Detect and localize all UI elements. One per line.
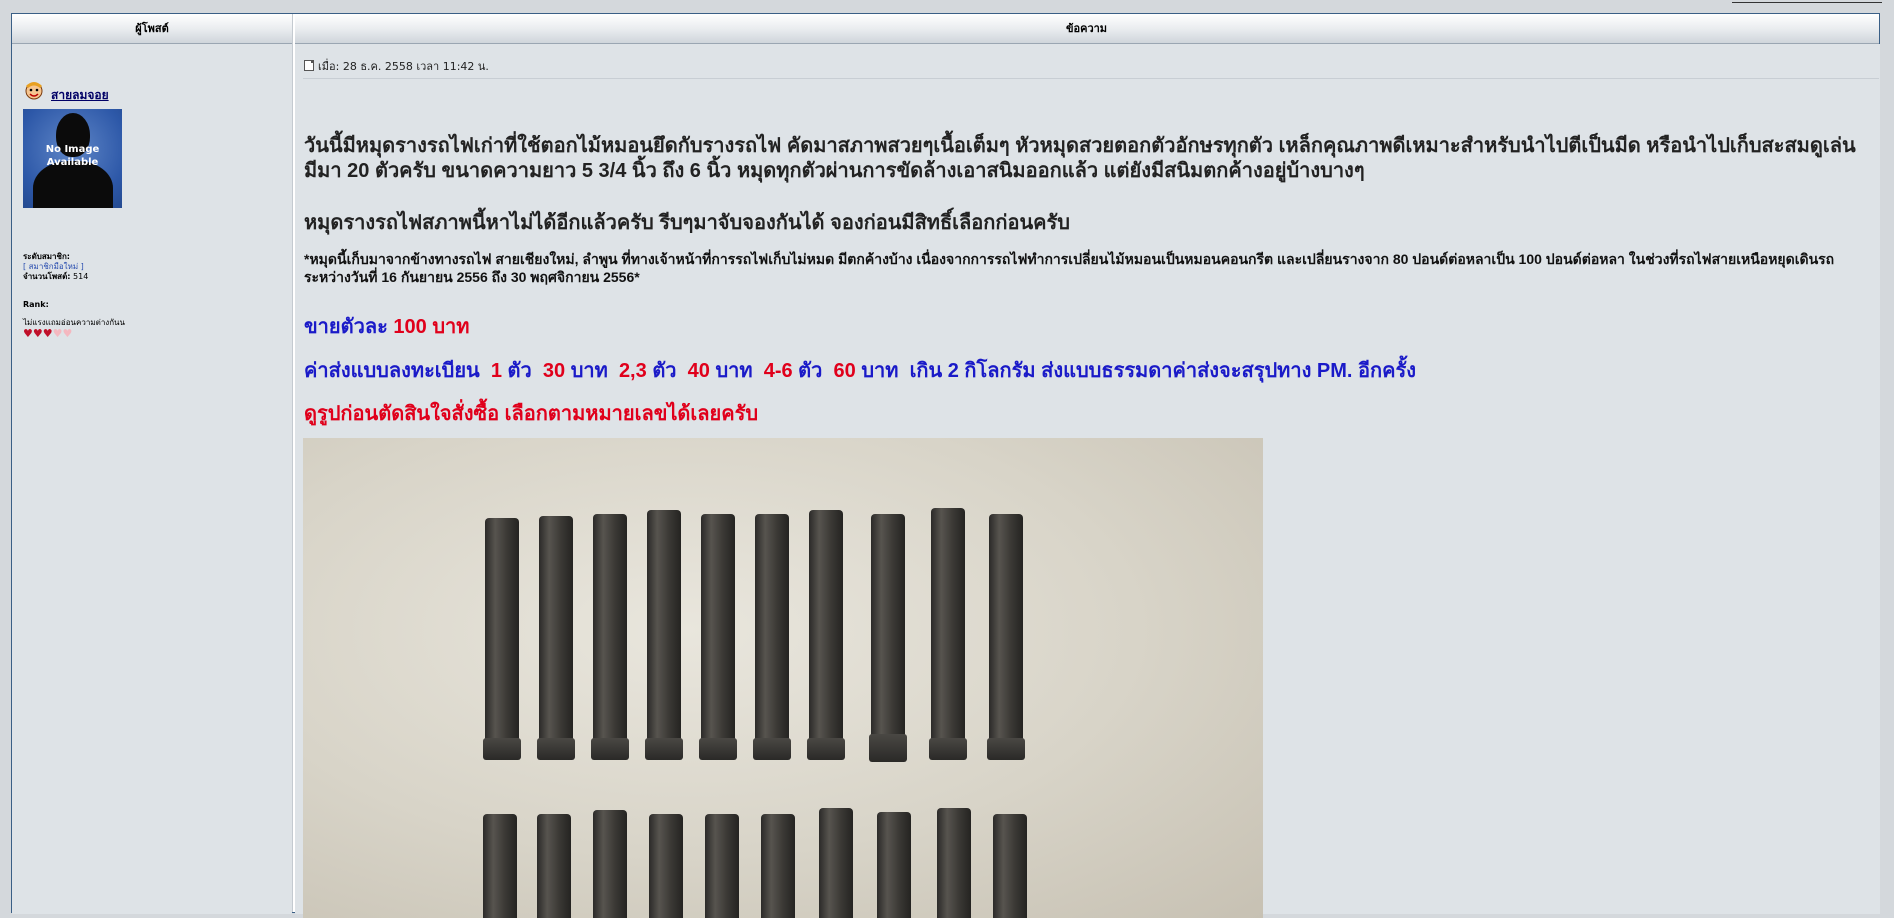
spike-image-part [819,808,853,918]
page-scrollbar[interactable] [1880,13,1894,905]
spike-image-part [483,738,521,760]
posts-value: 514 [73,272,89,281]
shipping-baht-2: บาท [715,360,753,382]
shipping-qty-2: 2,3 [618,360,647,382]
no-image-text: No Image Available [23,143,122,169]
shipping-unit-3: ตัว [798,360,823,382]
spike-image-part [761,814,795,918]
top-link[interactable] [1732,0,1882,3]
post-paragraph-6: ดูรูปก่อนตัดสินใจสั่งซื้อ เลือกตามหมายเล… [304,403,759,425]
spike-image-part [931,508,965,748]
spike-image-part [537,738,575,760]
level-value-link[interactable]: [ สมาชิกมือใหม่ ] [23,262,84,271]
shipping-price-2: 40 [687,360,710,382]
post-paragraph-2: หมุดรางรถไฟสภาพนี้หาไม่ได้อีกแล้วครับ รี… [304,212,1070,234]
member-avatar: No Image Available [23,109,122,208]
heart-empty-icon: ♥ [52,327,63,340]
shipping-qty-3: 4-6 [763,360,793,382]
spike-image-part [647,510,681,748]
shipping-line: ค่าส่งแบบลงทะเบียน 1 ตัว 30 บาท 2,3 ตัว … [304,354,1416,386]
spike-image-part [701,514,735,748]
post-header: เมื่อ: 28 ธ.ค. 2558 เวลา 11:42 น. [304,57,489,75]
no-image-line1: No Image [45,144,100,155]
spike-image-part [869,734,907,762]
shipping-price-1: 30 [542,360,566,382]
spike-image-part [989,514,1023,748]
heart-empty-icon: ♥ [62,327,73,340]
spike-image-part [699,738,737,760]
spike-image-part [987,738,1025,760]
spike-image-part [485,518,519,748]
post-paragraph-1: วันนี้มีหมุดรางรถไฟเก่าที่ใช้ตอกไม้หมอนย… [304,135,1856,182]
message-column: เมื่อ: 28 ธ.ค. 2558 เวลา 11:42 น. วันนี้… [295,44,1880,918]
spike-image-part [483,814,517,918]
forum-post-table: ผู้โพสต์ ข้อความ สายลมจอย No Image Avail… [11,13,1880,918]
price-label: ขายตัวละ [304,316,388,338]
posts-label: จำนวนโพสต์ [23,272,68,281]
post-document-icon [304,60,314,71]
heart-icon: ♥ [42,327,53,340]
spike-image-part [537,814,571,918]
message-column-header: ข้อความ [1065,22,1108,35]
member-meta: ระดับสมาชิก: [ สมาชิกมือใหม่ ] จำนวนโพสต… [23,252,89,281]
shipping-note: เกิน 2 กิโลกรัม ส่งแบบธรรมดาค่าส่งจะสรุป… [909,360,1417,382]
spike-image-part [645,738,683,760]
shipping-label: ค่าส่งแบบลงทะเบียน [304,360,480,382]
spike-image-part [937,808,971,918]
spike-image-part [993,814,1027,918]
spike-image-part [591,738,629,760]
heart-icon: ♥ [23,327,33,340]
heart-icon: ♥ [32,327,43,340]
spike-image-part [593,514,627,748]
shipping-baht-1: บาท [570,360,608,382]
spike-image-part [809,510,843,748]
spike-image-part [705,814,739,918]
spike-image-part [755,514,789,748]
price-line: ขายตัวละ 100 บาท [304,310,469,342]
price-amount: 100 บาท [393,316,470,338]
shipping-unit-1: ตัว [507,360,532,382]
cartoon-face-icon [25,82,43,100]
author-column: สายลมจอย No Image Available ระดับสมาชิก:… [12,44,292,914]
post-date: เมื่อ: 28 ธ.ค. 2558 เวลา 11:42 น. [318,60,489,73]
spike-image-part [649,814,683,918]
post-paragraph-3: *หมุดนี้เก็บมาจากข้างทางรถไฟ สายเชียงใหม… [304,251,1835,285]
post-divider [303,78,1879,79]
railroad-spikes-photo[interactable] [303,438,1263,918]
spike-image-part [807,738,845,760]
spike-image-part [929,738,967,760]
top-bar [0,0,1894,13]
level-label: ระดับสมาชิก [23,252,67,261]
no-image-line2: Available [46,157,99,168]
spike-image-part [871,514,905,748]
spike-image-part [539,516,573,748]
spike-image-part [753,738,791,760]
shipping-baht-3: บาท [861,360,899,382]
rank-hearts: ♥♥♥♥♥ [23,327,72,340]
author-column-header: ผู้โพสต์ [135,22,169,35]
rank-label: Rank: [23,300,49,309]
shipping-unit-2: ตัว [652,360,677,382]
shipping-qty-1: 1 [490,360,502,382]
spike-image-part [877,812,911,918]
poster-name-link[interactable]: สายลมจอย [51,86,109,105]
shipping-price-3: 60 [833,360,856,382]
spike-image-part [593,810,627,918]
